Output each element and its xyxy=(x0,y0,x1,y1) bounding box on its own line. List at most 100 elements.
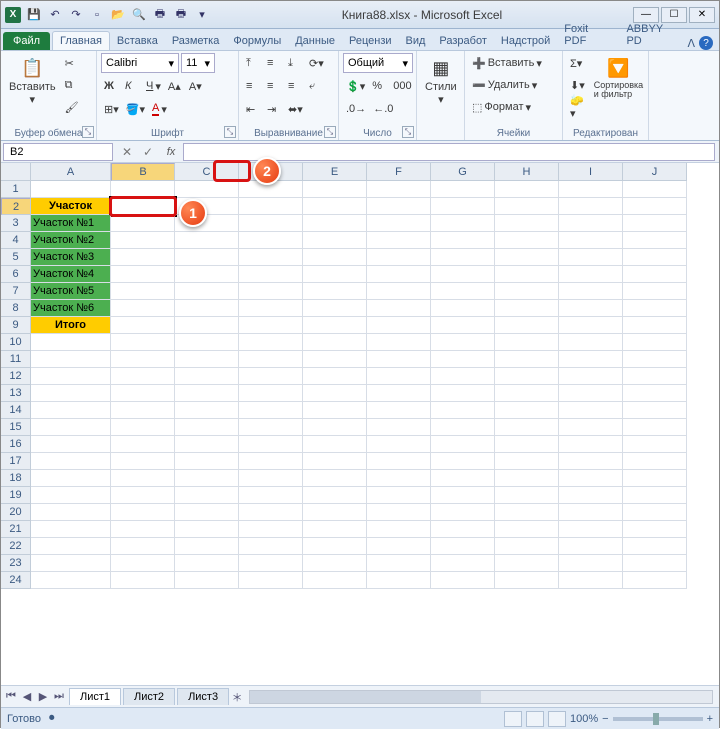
increase-indent-button[interactable]: ⇥ xyxy=(264,99,284,119)
cell-G2[interactable] xyxy=(431,198,495,215)
cell-C24[interactable] xyxy=(175,572,239,589)
cell-D9[interactable] xyxy=(239,317,303,334)
zoom-level[interactable]: 100% xyxy=(570,713,598,725)
cell-D5[interactable] xyxy=(239,249,303,266)
font-launcher[interactable]: ⤡ xyxy=(224,126,236,138)
cell-D14[interactable] xyxy=(239,402,303,419)
print-icon[interactable]: 🖶 xyxy=(151,6,169,24)
comma-button[interactable]: 000 xyxy=(390,76,414,96)
row-header-10[interactable]: 10 xyxy=(1,334,31,351)
cell-D20[interactable] xyxy=(239,504,303,521)
cell-H7[interactable] xyxy=(495,283,559,300)
cell-E6[interactable] xyxy=(303,266,367,283)
tab-review[interactable]: Рецензи xyxy=(342,32,399,50)
sheet-nav-first[interactable]: ⏮ xyxy=(3,689,19,705)
print-preview-icon[interactable]: 🔍 xyxy=(130,6,148,24)
cell-G6[interactable] xyxy=(431,266,495,283)
fill-button[interactable]: ⬇▾ xyxy=(567,75,588,95)
format-painter-button[interactable]: 🖌 xyxy=(62,97,82,117)
cell-A13[interactable] xyxy=(31,385,111,402)
tab-abbyy[interactable]: ABBYY PD xyxy=(619,20,687,50)
minimize-ribbon-icon[interactable]: ᐱ xyxy=(687,37,695,50)
cell-D23[interactable] xyxy=(239,555,303,572)
cell-E11[interactable] xyxy=(303,351,367,368)
cell-I6[interactable] xyxy=(559,266,623,283)
cell-C5[interactable] xyxy=(175,249,239,266)
cell-I13[interactable] xyxy=(559,385,623,402)
row-header-22[interactable]: 22 xyxy=(1,538,31,555)
cell-C11[interactable] xyxy=(175,351,239,368)
cell-I16[interactable] xyxy=(559,436,623,453)
cell-F18[interactable] xyxy=(367,470,431,487)
cell-F1[interactable] xyxy=(367,181,431,198)
autosum-button[interactable]: Σ▾ xyxy=(567,53,588,73)
col-header-g[interactable]: G xyxy=(431,163,495,181)
cell-I23[interactable] xyxy=(559,555,623,572)
cell-G8[interactable] xyxy=(431,300,495,317)
cell-D7[interactable] xyxy=(239,283,303,300)
cell-D21[interactable] xyxy=(239,521,303,538)
row-header-16[interactable]: 16 xyxy=(1,436,31,453)
cell-G5[interactable] xyxy=(431,249,495,266)
font-size-select[interactable]: 11▾ xyxy=(181,53,215,73)
cell-E1[interactable] xyxy=(303,181,367,198)
name-box[interactable]: B2 xyxy=(3,143,113,161)
currency-button[interactable]: 💲▾ xyxy=(343,76,368,96)
cell-E3[interactable] xyxy=(303,215,367,232)
copy-button[interactable]: ⧉ xyxy=(62,75,82,95)
tab-data[interactable]: Данные xyxy=(288,32,342,50)
align-middle-button[interactable]: ≡ xyxy=(264,53,284,73)
cell-A20[interactable] xyxy=(31,504,111,521)
cell-F3[interactable] xyxy=(367,215,431,232)
cell-F7[interactable] xyxy=(367,283,431,300)
cell-F14[interactable] xyxy=(367,402,431,419)
cell-B8[interactable] xyxy=(111,300,175,317)
cell-J24[interactable] xyxy=(623,572,687,589)
cell-F13[interactable] xyxy=(367,385,431,402)
row-header-18[interactable]: 18 xyxy=(1,470,31,487)
cell-J15[interactable] xyxy=(623,419,687,436)
cell-F11[interactable] xyxy=(367,351,431,368)
horizontal-scrollbar[interactable] xyxy=(249,690,713,704)
cell-H16[interactable] xyxy=(495,436,559,453)
cell-B12[interactable] xyxy=(111,368,175,385)
cell-E12[interactable] xyxy=(303,368,367,385)
cell-H12[interactable] xyxy=(495,368,559,385)
cell-G21[interactable] xyxy=(431,521,495,538)
cell-C9[interactable] xyxy=(175,317,239,334)
cell-A10[interactable] xyxy=(31,334,111,351)
cell-H3[interactable] xyxy=(495,215,559,232)
delete-cells-button[interactable]: ➖Удалить▾ xyxy=(469,75,540,95)
cell-A7[interactable]: Участок №5 xyxy=(31,283,111,300)
cell-J13[interactable] xyxy=(623,385,687,402)
cell-B19[interactable] xyxy=(111,487,175,504)
cell-B11[interactable] xyxy=(111,351,175,368)
cell-E23[interactable] xyxy=(303,555,367,572)
cell-F24[interactable] xyxy=(367,572,431,589)
cell-J14[interactable] xyxy=(623,402,687,419)
cell-H8[interactable] xyxy=(495,300,559,317)
cell-J12[interactable] xyxy=(623,368,687,385)
sheet-tab-3[interactable]: Лист3 xyxy=(177,688,229,705)
open-icon[interactable]: 📂 xyxy=(109,6,127,24)
cell-H21[interactable] xyxy=(495,521,559,538)
cell-B10[interactable] xyxy=(111,334,175,351)
cell-G10[interactable] xyxy=(431,334,495,351)
cell-C12[interactable] xyxy=(175,368,239,385)
cell-A21[interactable] xyxy=(31,521,111,538)
cell-B17[interactable] xyxy=(111,453,175,470)
percent-button[interactable]: % xyxy=(369,76,389,96)
cell-I10[interactable] xyxy=(559,334,623,351)
col-header-f[interactable]: F xyxy=(367,163,431,181)
cell-A18[interactable] xyxy=(31,470,111,487)
cell-F6[interactable] xyxy=(367,266,431,283)
cell-J8[interactable] xyxy=(623,300,687,317)
cell-C19[interactable] xyxy=(175,487,239,504)
cell-G22[interactable] xyxy=(431,538,495,555)
cancel-formula-button[interactable]: ✕ xyxy=(117,143,137,161)
normal-view-button[interactable] xyxy=(504,711,522,727)
cell-B20[interactable] xyxy=(111,504,175,521)
cell-I11[interactable] xyxy=(559,351,623,368)
select-all-corner[interactable] xyxy=(1,163,31,181)
cell-C15[interactable] xyxy=(175,419,239,436)
